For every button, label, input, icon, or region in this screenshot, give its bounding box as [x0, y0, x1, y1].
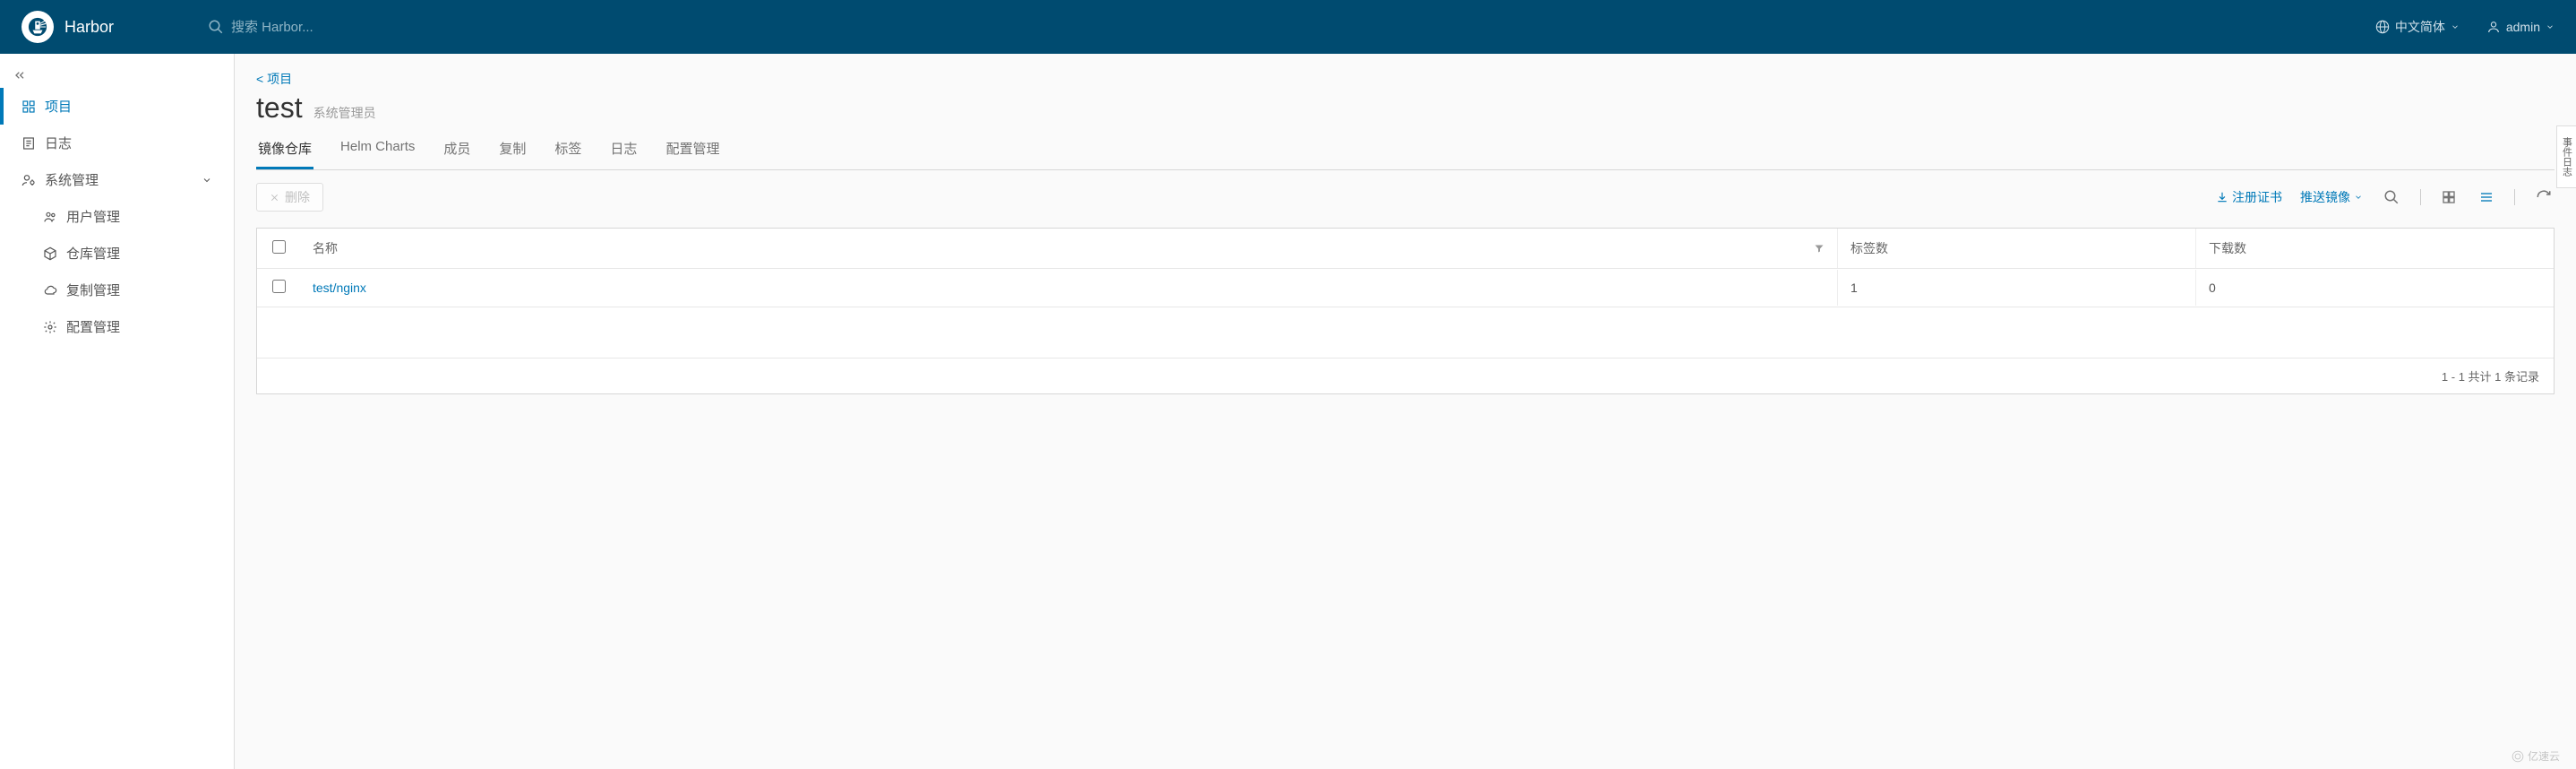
sidebar-item-label: 仓库管理: [66, 244, 120, 263]
download-icon: [2216, 191, 2228, 203]
language-label: 中文简体: [2395, 18, 2445, 36]
delete-button-label: 删除: [285, 188, 310, 206]
users-icon: [43, 210, 57, 224]
tab-logs[interactable]: 日志: [608, 132, 639, 169]
chevron-down-icon: [2451, 22, 2460, 31]
watermark-text: 亿速云: [2528, 748, 2560, 764]
tab-configuration[interactable]: 配置管理: [664, 132, 721, 169]
download-cert-link[interactable]: 注册证书: [2216, 188, 2282, 206]
push-image-label: 推送镜像: [2300, 188, 2350, 206]
tab-helm-charts[interactable]: Helm Charts: [339, 132, 416, 169]
sidebar-item-logs[interactable]: 日志: [0, 125, 234, 161]
select-all-checkbox[interactable]: [272, 240, 286, 254]
globe-icon: [2375, 20, 2390, 34]
toolbar-separator: [2420, 189, 2421, 205]
pagination-summary: 1 - 1 共计 1 条记录: [2442, 367, 2539, 384]
search-toggle-button[interactable]: [2381, 186, 2402, 208]
sidebar-item-label: 日志: [45, 134, 72, 152]
sidebar-item-label: 配置管理: [66, 317, 120, 336]
page-title: test: [256, 91, 303, 125]
chevron-down-icon: [2546, 22, 2555, 31]
filter-icon[interactable]: [1814, 243, 1825, 254]
harbor-logo: [21, 11, 54, 43]
sidebar-item-label: 复制管理: [66, 281, 120, 299]
user-menu[interactable]: admin: [2486, 20, 2555, 34]
search-icon: [208, 19, 224, 35]
cell-tags: 1: [1850, 281, 1858, 295]
table-empty-space: [257, 307, 2554, 358]
column-header-tags[interactable]: 标签数: [1850, 241, 1888, 255]
role-badge: 系统管理员: [313, 104, 376, 122]
watermark-icon: [2512, 750, 2524, 763]
download-cert-label: 注册证书: [2232, 188, 2282, 206]
admin-icon: [21, 173, 36, 187]
sidebar-item-configuration[interactable]: 配置管理: [0, 308, 234, 345]
tab-replication[interactable]: 复制: [497, 132, 528, 169]
event-log-handle[interactable]: 事件日志: [2556, 125, 2576, 188]
row-checkbox[interactable]: [272, 280, 286, 293]
column-header-pulls[interactable]: 下载数: [2209, 241, 2246, 255]
list-view-button[interactable]: [2477, 187, 2496, 207]
sidebar-collapse-button[interactable]: [0, 63, 234, 88]
sidebar-item-administration[interactable]: 系统管理: [0, 161, 234, 198]
tab-members[interactable]: 成员: [442, 132, 472, 169]
sidebar-item-label: 系统管理: [45, 170, 99, 189]
projects-icon: [21, 99, 36, 114]
user-name: admin: [2506, 20, 2540, 34]
repository-table: 名称 标签数 下载数 test/nginx 1 0 1 - 1 共计 1 条记录: [256, 228, 2555, 394]
repository-link[interactable]: test/nginx: [313, 281, 366, 295]
sidebar-item-users[interactable]: 用户管理: [0, 198, 234, 235]
logs-icon: [21, 136, 36, 151]
search-input[interactable]: [231, 20, 589, 35]
language-selector[interactable]: 中文简体: [2375, 18, 2460, 36]
cube-icon: [43, 246, 57, 261]
tab-repositories[interactable]: 镜像仓库: [256, 132, 313, 169]
table-row: test/nginx 1 0: [257, 269, 2554, 307]
sidebar-item-label: 用户管理: [66, 207, 120, 226]
watermark: 亿速云: [2512, 748, 2560, 764]
sidebar-item-registries[interactable]: 仓库管理: [0, 235, 234, 272]
push-image-dropdown[interactable]: 推送镜像: [2300, 188, 2363, 206]
delete-button[interactable]: 删除: [256, 183, 323, 212]
chevron-down-icon: [202, 175, 212, 186]
breadcrumb-back[interactable]: < 项目: [256, 70, 292, 88]
refresh-button[interactable]: [2533, 186, 2555, 208]
product-name: Harbor: [64, 18, 114, 37]
card-view-button[interactable]: [2439, 187, 2459, 207]
sidebar-item-replications[interactable]: 复制管理: [0, 272, 234, 308]
table-header-row: 名称 标签数 下载数: [257, 229, 2554, 269]
chevron-down-icon: [2354, 193, 2363, 202]
gear-icon: [43, 320, 57, 334]
cell-pulls: 0: [2209, 281, 2216, 295]
user-icon: [2486, 20, 2501, 34]
close-icon: [270, 193, 279, 203]
toolbar-separator: [2514, 189, 2515, 205]
column-header-name[interactable]: 名称: [313, 239, 338, 257]
cloud-icon: [43, 283, 57, 298]
sidebar-item-label: 项目: [45, 97, 72, 116]
sidebar-item-projects[interactable]: 项目: [0, 88, 234, 125]
tab-labels[interactable]: 标签: [553, 132, 583, 169]
